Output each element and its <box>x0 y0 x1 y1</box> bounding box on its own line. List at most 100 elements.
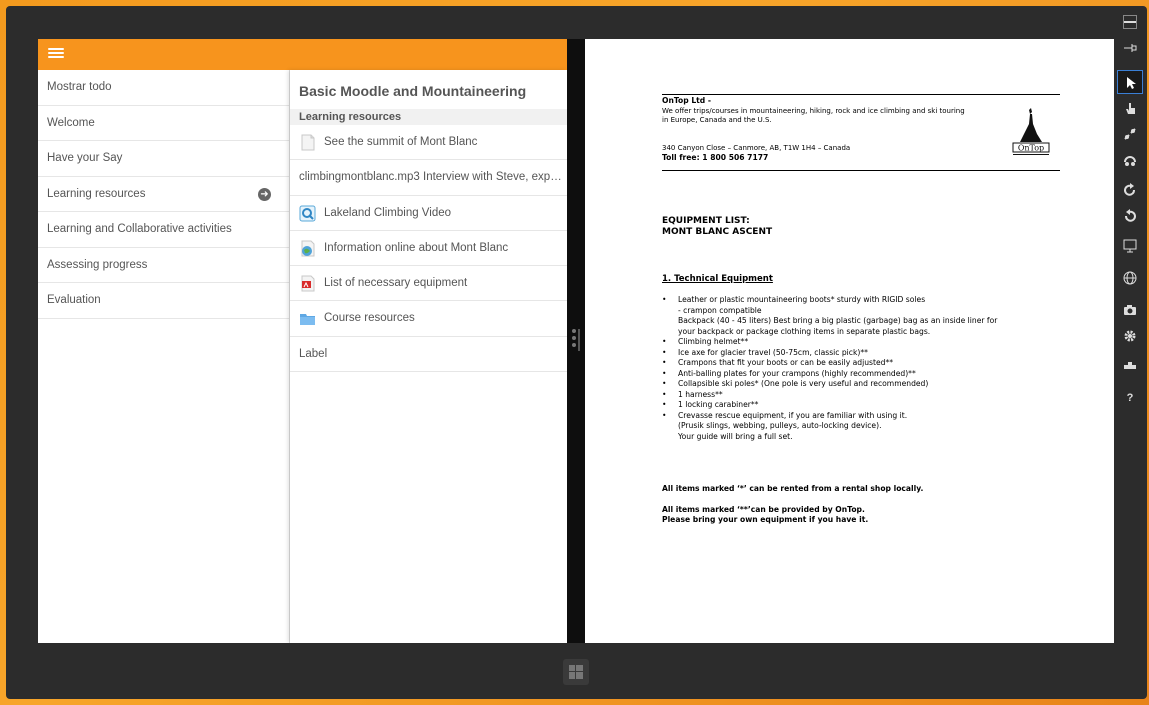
pdf-document: OnTop Ltd - We offer trips/courses in mo… <box>585 39 1114 643</box>
divider <box>662 170 1060 171</box>
resource-item[interactable]: Information online about Mont Blanc <box>290 231 567 267</box>
screen: Mostrar todo Welcome Have your Say Learn… <box>38 39 1114 643</box>
doc-heading: EQUIPMENT LIST: <box>662 216 750 226</box>
sidebar-item-label: Learning and Collaborative activities <box>47 223 232 235</box>
resource-label: See the summit of Mont Blanc <box>324 136 478 148</box>
resource-item[interactable]: List of necessary equipment <box>290 266 567 302</box>
doc-section-title: 1. Technical Equipment <box>662 274 773 284</box>
split-view-divider[interactable] <box>567 39 585 643</box>
doc-list-item: • Leather or plastic mountaineering boots… <box>662 295 926 304</box>
moodle-app: Mostrar todo Welcome Have your Say Learn… <box>38 39 567 643</box>
doc-list-item: • Crampons that fit your boots or can be … <box>662 358 894 367</box>
camera-icon <box>1124 305 1136 315</box>
set-location-button[interactable] <box>1117 266 1143 290</box>
doc-list-item: • 1 harness** <box>662 389 723 399</box>
windows-logo-icon <box>569 665 583 679</box>
hamburger-menu-icon[interactable] <box>48 48 64 61</box>
resource-item[interactable]: Course resources <box>290 301 567 337</box>
sidebar-item-label: Evaluation <box>47 294 101 306</box>
resource-item[interactable]: See the summit of Mont Blanc <box>290 125 567 161</box>
app-header <box>38 39 567 70</box>
sidebar-item-mostrar-todo[interactable]: Mostrar todo <box>38 70 289 106</box>
doc-note: All items marked ‘**’can be provided by … <box>662 505 865 514</box>
logo-text: OnTop <box>1018 144 1044 153</box>
resource-label: List of necessary equipment <box>324 277 468 290</box>
sidebar-item-evaluation[interactable]: Evaluation <box>38 283 289 319</box>
touch-tool-button[interactable] <box>1117 96 1143 120</box>
resource-label: climbingmontblanc.mp3 Interview with Ste… <box>299 171 567 184</box>
network-button[interactable] <box>1117 354 1143 378</box>
rotate-device-button[interactable] <box>1117 148 1143 172</box>
doc-tagline: in Europe, Canada and the U.S. <box>662 116 772 124</box>
device-toolbar: ? <box>1114 6 1147 426</box>
hand-icon <box>1126 103 1135 114</box>
sidebar-item-learning-collaborative[interactable]: Learning and Collaborative activities <box>38 212 289 248</box>
sidebar-item-have-your-say[interactable]: Have your Say <box>38 141 289 177</box>
rotate-device-icon <box>1124 156 1136 166</box>
resource-label: Lakeland Climbing Video <box>324 206 452 219</box>
settings-button[interactable] <box>1117 324 1143 348</box>
doc-list-item: • Ice axe for glacier travel (50-75cm, cl… <box>662 347 868 357</box>
sidebar: Mostrar todo Welcome Have your Say Learn… <box>38 70 290 643</box>
arrow-right-circle-icon: ➜ <box>258 187 271 201</box>
folder-icon <box>300 314 315 326</box>
course-content: Basic Moodle and Mountaineering Learning… <box>290 70 567 643</box>
resource-label: Information online about Mont Blanc <box>324 241 509 254</box>
rotate-left-icon <box>1125 209 1136 222</box>
doc-tollfree: Toll free: 1 800 506 7177 <box>662 153 769 162</box>
divider <box>662 94 1060 95</box>
resource-item[interactable]: climbingmontblanc.mp3 Interview with Ste… <box>290 160 567 196</box>
sidebar-item-label: Learning resources <box>47 187 146 200</box>
pointer-tool-button[interactable] <box>1117 70 1143 94</box>
doc-list-cont: - crampon compatible <box>678 305 762 315</box>
zoom-icon <box>1124 128 1136 140</box>
resource-label: Course resources <box>324 312 415 325</box>
section-title: Learning resources <box>290 109 567 125</box>
doc-note: All items marked ‘*’ can be rented from … <box>662 484 924 493</box>
sidebar-item-welcome[interactable]: Welcome <box>38 106 289 141</box>
drag-handle-icon[interactable] <box>572 329 577 351</box>
doc-note: Please bring your own equipment if you h… <box>662 515 869 524</box>
screenshot-button[interactable] <box>1117 298 1143 322</box>
resource-item[interactable]: Lakeland Climbing Video <box>290 196 567 231</box>
resource-label: Label <box>299 347 328 360</box>
doc-list-item: • Crevasse rescue equipment, if you are f… <box>662 410 908 420</box>
doc-list-item: • 1 locking carabiner** <box>662 400 759 409</box>
keyboard-icon <box>1124 362 1136 369</box>
pin-button[interactable] <box>1117 36 1143 60</box>
sidebar-item-label: Mostrar todo <box>47 81 112 93</box>
minimize-button[interactable] <box>1117 10 1143 34</box>
rotate-clockwise-button[interactable] <box>1117 178 1143 202</box>
doc-list-item: • Climbing helmet** <box>662 337 749 346</box>
sidebar-item-label: Welcome <box>47 116 95 129</box>
pinch-zoom-button[interactable] <box>1117 122 1143 146</box>
doc-list-item: • Anti-balling plates for your crampons (… <box>662 368 916 378</box>
pdf-icon <box>301 275 315 292</box>
doc-address: 340 Canyon Close – Canmore, AB, T1W 1H4 … <box>662 144 851 152</box>
globe-icon <box>1123 271 1137 285</box>
doc-subheading: MONT BLANC ASCENT <box>662 227 773 237</box>
help-button[interactable]: ? <box>1117 386 1143 410</box>
course-title: Basic Moodle and Mountaineering <box>299 83 527 99</box>
doc-list-cont: Backpack (40 - 45 liters) Best bring a b… <box>678 316 998 325</box>
sidebar-item-label: Have your Say <box>47 152 123 164</box>
divider-line <box>578 329 580 351</box>
rotate-right-icon <box>1124 183 1135 196</box>
url-globe-icon <box>301 240 315 257</box>
windows-home-button[interactable] <box>563 659 589 685</box>
doc-list-cont: Your guide will bring a full set. <box>678 431 793 441</box>
video-icon <box>299 205 316 222</box>
settings-icon <box>1124 330 1136 342</box>
sidebar-item-assessing-progress[interactable]: Assessing progress <box>38 248 289 283</box>
sidebar-item-label: Assessing progress <box>47 258 148 271</box>
monitor-icon <box>1123 239 1137 253</box>
sidebar-item-learning-resources[interactable]: Learning resources ➜ <box>38 177 289 212</box>
change-resolution-button[interactable] <box>1117 234 1143 258</box>
resource-item[interactable]: Label <box>290 337 567 373</box>
minimize-icon <box>1123 15 1137 29</box>
rotate-counterclockwise-button[interactable] <box>1117 204 1143 228</box>
help-icon: ? <box>1126 392 1134 404</box>
ontop-logo: OnTop <box>1012 108 1050 155</box>
pin-icon <box>1124 44 1137 52</box>
doc-list-cont: (Prusik slings, webbing, pulleys, auto-l… <box>678 421 882 430</box>
